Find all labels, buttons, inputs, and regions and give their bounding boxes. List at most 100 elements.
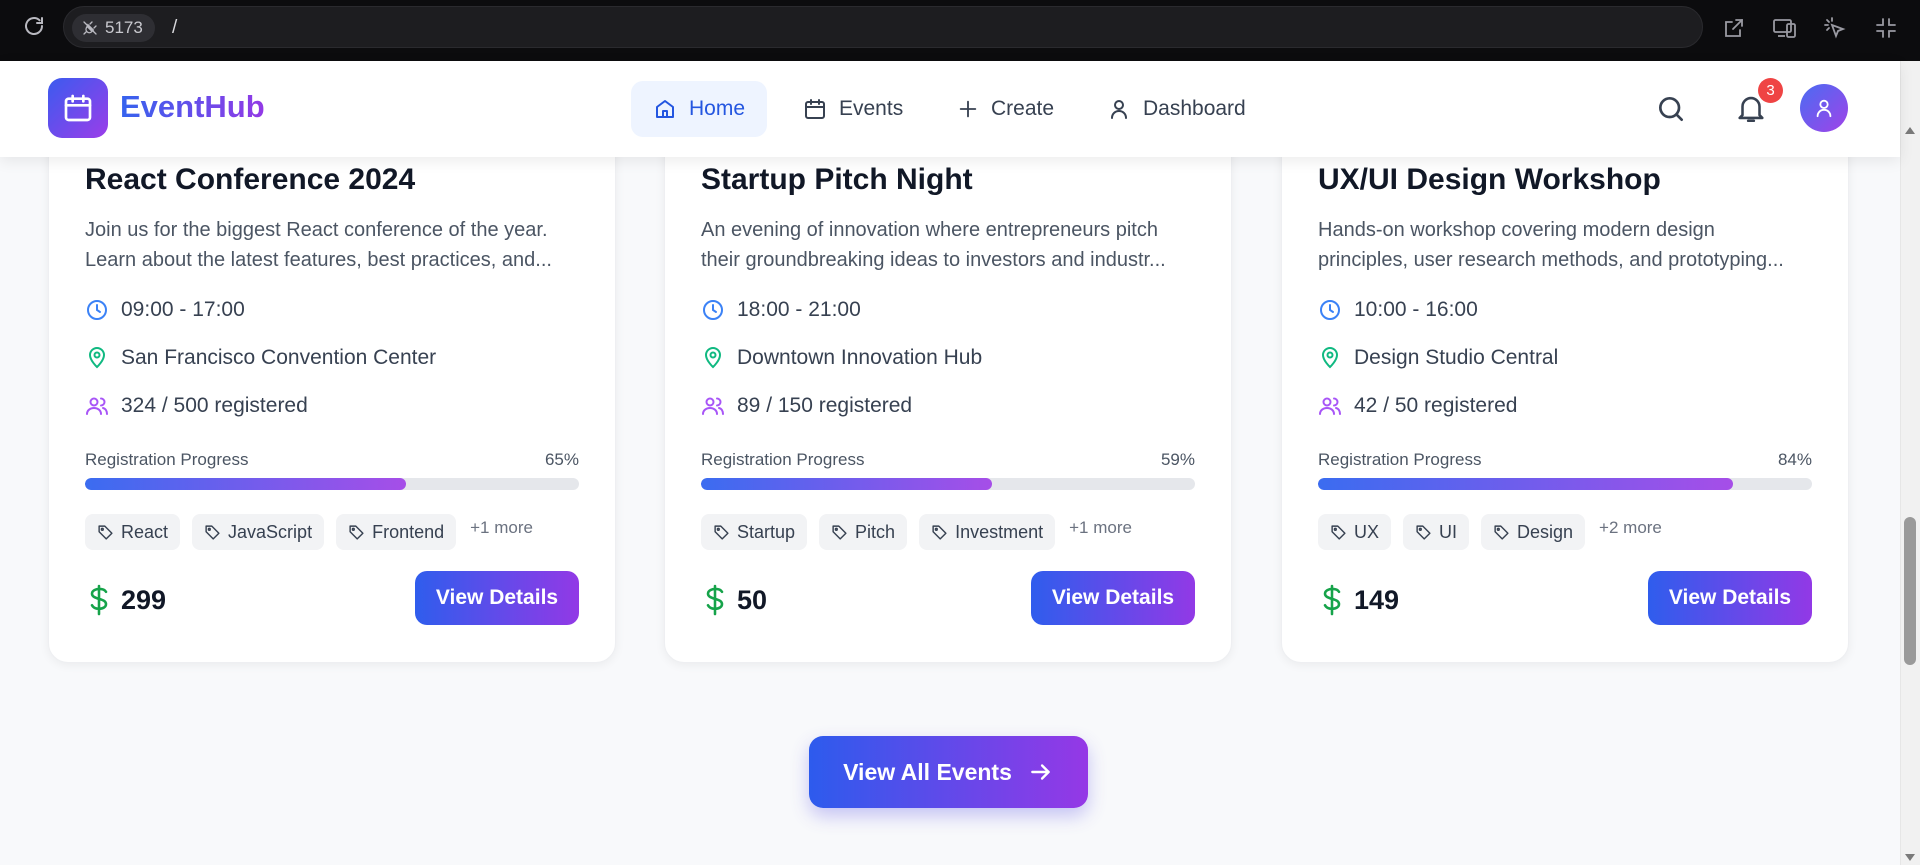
cursor-click-icon[interactable]	[1821, 14, 1849, 42]
scrollbar-thumb[interactable]	[1904, 517, 1916, 665]
user-icon	[1111, 100, 1127, 119]
users-icon	[86, 397, 108, 415]
more-tags-label: +2 more	[1599, 518, 1662, 537]
event-card[interactable]: UX/UI Design Workshop Hands-on workshop …	[1281, 100, 1849, 663]
event-description: An evening of innovation where entrepren…	[701, 215, 1197, 275]
nav-item-label: Dashboard	[1143, 97, 1246, 120]
url-path: /	[172, 17, 178, 38]
progress-label: Registration Progress	[1318, 450, 1482, 469]
progress-percent: 84%	[1777, 450, 1812, 469]
search-icon[interactable]	[1655, 93, 1687, 125]
event-description-line: Learn about the latest features, best pr…	[85, 249, 552, 271]
clock-icon	[1320, 300, 1340, 320]
event-location: San Francisco Convention Center	[85, 346, 436, 370]
tag-icon	[832, 524, 847, 540]
brand-name[interactable]: EventHub	[120, 89, 265, 125]
view-all-events-button[interactable]: View All Events	[809, 736, 1088, 808]
clock-icon	[703, 300, 723, 320]
event-registered: 89 / 150 registered	[701, 394, 912, 418]
view-all-label: View All Events	[843, 758, 1012, 785]
dollar-icon	[90, 584, 108, 616]
more-tags-label: +1 more	[1069, 518, 1132, 537]
view-details-button[interactable]: View Details	[1648, 571, 1812, 625]
event-registered: 42 / 50 registered	[1318, 394, 1517, 418]
tag-chip[interactable]: Design	[1481, 514, 1586, 550]
event-registered-text: 42 / 50 registered	[1354, 394, 1518, 417]
tag-chip[interactable]: Pitch	[819, 514, 908, 550]
event-location-text: San Francisco Convention Center	[121, 346, 437, 369]
event-price-value: 299	[121, 584, 167, 615]
more-tags-label: +1 more	[470, 518, 533, 537]
tag-chip[interactable]: UI	[1403, 514, 1470, 550]
tag-icon	[98, 524, 113, 540]
calendar-icon	[64, 94, 92, 122]
tag-list: Startup Pitch Investment +1 more	[701, 514, 1132, 550]
nav-item-label: Events	[839, 97, 904, 120]
view-details-button[interactable]: View Details	[415, 571, 579, 625]
tag-chip[interactable]: React	[85, 514, 181, 550]
nav-item-create[interactable]: Create	[935, 81, 1076, 137]
clock-icon	[87, 300, 107, 320]
event-location-text: Design Studio Central	[1354, 346, 1559, 369]
address-bar[interactable]: 5173 /	[63, 6, 1703, 48]
map-pin-icon	[704, 347, 722, 369]
progress-percent: 59%	[1160, 450, 1195, 469]
event-time-text: 09:00 - 17:00	[121, 298, 245, 321]
event-time-text: 18:00 - 21:00	[737, 298, 861, 321]
event-time-text: 10:00 - 16:00	[1354, 298, 1478, 321]
event-title[interactable]: Startup Pitch Night	[701, 163, 973, 197]
arrow-right-icon	[1031, 764, 1050, 780]
tag-label: JavaScript	[228, 521, 313, 542]
tag-label: Design	[1517, 521, 1574, 542]
tag-chip[interactable]: Frontend	[336, 514, 457, 550]
open-external-icon[interactable]	[1720, 14, 1748, 42]
event-price: 149	[1318, 583, 1399, 617]
event-registered-text: 324 / 500 registered	[121, 394, 308, 417]
event-location-text: Downtown Innovation Hub	[737, 346, 983, 369]
event-registered-text: 89 / 150 registered	[737, 394, 913, 417]
brand-logo[interactable]	[48, 78, 108, 138]
event-price-value: 149	[1354, 584, 1400, 615]
port-label: 5173	[105, 18, 143, 37]
tag-icon	[1494, 524, 1509, 540]
nav-item-events[interactable]: Events	[781, 81, 925, 137]
scroll-down-arrow-icon[interactable]	[1905, 854, 1915, 861]
avatar[interactable]	[1800, 84, 1848, 132]
event-card[interactable]: Startup Pitch Night An evening of innova…	[664, 100, 1232, 663]
reload-icon[interactable]	[20, 12, 48, 40]
tag-chip[interactable]: Investment	[919, 514, 1056, 550]
event-location: Downtown Innovation Hub	[701, 346, 982, 370]
site-info-pill[interactable]: 5173	[72, 14, 155, 42]
tag-label: UI	[1439, 521, 1458, 542]
event-description: Hands-on workshop covering modern design…	[1318, 215, 1814, 275]
nav-item-home[interactable]: Home	[631, 81, 768, 137]
collapse-icon[interactable]	[1872, 14, 1900, 42]
registration-progress-bar	[1318, 478, 1812, 490]
view-details-button[interactable]: View Details	[1031, 571, 1195, 625]
scroll-up-arrow-icon[interactable]	[1905, 127, 1915, 134]
event-description-line: Join us for the biggest React conference…	[85, 219, 548, 241]
event-card[interactable]: React Conference 2024 Join us for the bi…	[48, 100, 616, 663]
tag-chip[interactable]: UX	[1318, 514, 1392, 550]
tag-icon	[349, 524, 364, 540]
users-icon	[1319, 397, 1341, 415]
plug-icon	[83, 21, 97, 35]
tag-chip[interactable]: Startup	[701, 514, 808, 550]
page-scrollbar[interactable]	[1900, 61, 1920, 865]
tag-icon	[1416, 524, 1431, 540]
calendar-icon	[805, 99, 825, 119]
event-description-line: Hands-on workshop covering modern design	[1318, 219, 1715, 241]
plus-icon	[959, 100, 977, 118]
event-price-value: 50	[737, 584, 768, 615]
dollar-icon	[706, 584, 724, 616]
registration-progress-bar	[85, 478, 579, 490]
tag-label: UX	[1354, 521, 1380, 542]
nav-item-dashboard[interactable]: Dashboard	[1085, 81, 1268, 137]
event-title[interactable]: React Conference 2024	[85, 163, 415, 197]
tag-list: React JavaScript Frontend +1 more	[85, 514, 533, 550]
nav-item-label: Home	[689, 97, 746, 120]
event-title[interactable]: UX/UI Design Workshop	[1318, 163, 1661, 197]
tag-chip[interactable]: JavaScript	[192, 514, 325, 550]
device-toggle-icon[interactable]	[1771, 14, 1799, 42]
tag-list: UX UI Design +2 more	[1318, 514, 1662, 550]
